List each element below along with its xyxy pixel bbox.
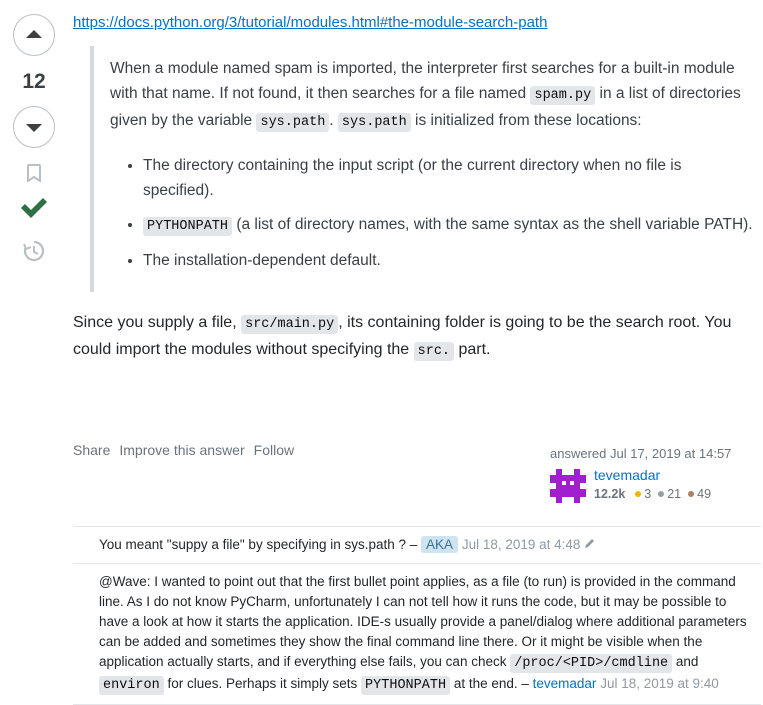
user-signature: answered Jul 17, 2019 at 14:57 tevemadar… — [550, 446, 762, 503]
edit-pencil-icon — [585, 539, 595, 548]
answer-body: https://docs.python.org/3/tutorial/modul… — [73, 14, 753, 364]
comment-text: You meant "suppy a file" by specifying i… — [99, 537, 418, 552]
user-avatar[interactable] — [550, 467, 586, 503]
downvote-button[interactable] — [13, 106, 55, 148]
user-card: tevemadar 12.2k 3 21 49 — [550, 467, 762, 503]
reputation-score: 12.2k — [594, 487, 626, 501]
docs-link-line: https://docs.python.org/3/tutorial/modul… — [73, 14, 753, 32]
list-item: The directory containing the input scrip… — [143, 153, 753, 203]
code-pythonpath: PYTHONPATH — [361, 676, 451, 695]
comments-list: You meant "suppy a file" by specifying i… — [73, 526, 761, 705]
bookmark-icon — [27, 164, 41, 182]
post-menu: Share Improve this answer Follow — [73, 442, 294, 458]
comment-date[interactable]: Jul 18, 2019 at 4:48 — [462, 537, 581, 552]
improve-answer-link[interactable]: Improve this answer — [119, 442, 244, 458]
upvote-arrow-icon — [26, 30, 42, 38]
bookmark-button[interactable] — [21, 160, 47, 186]
comment-text: at the end. – — [450, 676, 529, 691]
code-spam-py: spam.py — [530, 86, 596, 105]
upvote-button[interactable] — [13, 14, 55, 56]
quoted-docs: When a module named spam is imported, th… — [90, 46, 753, 292]
para-text-3: part. — [454, 341, 491, 358]
quote-text-4: is initialized from these locations: — [410, 112, 642, 129]
docs-link[interactable]: https://docs.python.org/3/tutorial/modul… — [73, 14, 547, 31]
list-item: The installation-dependent default. — [143, 248, 753, 273]
code-src: src. — [413, 342, 455, 361]
gold-badge-dot — [635, 491, 642, 497]
code-environ: environ — [99, 676, 164, 695]
user-name-link[interactable]: tevemadar — [594, 467, 711, 483]
comment-text: for clues. Perhaps it simply sets — [163, 676, 362, 691]
code-pythonpath: PYTHONPATH — [143, 217, 233, 236]
bronze-badge-count: 49 — [697, 487, 712, 501]
answered-timestamp: answered Jul 17, 2019 at 14:57 — [550, 446, 732, 461]
list-item: PYTHONPATH (a list of directory names, w… — [143, 212, 753, 239]
share-link[interactable]: Share — [73, 442, 110, 458]
code-sys-path-2: sys.path — [337, 113, 411, 132]
vote-cell: 12 — [12, 14, 56, 264]
quote-paragraph: When a module named spam is imported, th… — [110, 56, 753, 135]
silver-badge-count: 21 — [667, 487, 682, 501]
accepted-answer-indicator — [18, 192, 50, 224]
accepted-check-icon — [21, 198, 47, 218]
user-reputation-row: 12.2k 3 21 49 — [594, 487, 711, 501]
timeline-button[interactable] — [21, 238, 47, 264]
history-icon — [23, 240, 45, 262]
comment-user-link[interactable]: tevemadar — [533, 676, 597, 691]
list-item-text: (a list of directory names, with the sam… — [232, 216, 753, 233]
search-path-list: The directory containing the input scrip… — [110, 153, 753, 273]
follow-link[interactable]: Follow — [254, 442, 294, 458]
code-proc-cmdline: /proc/<PID>/cmdline — [510, 654, 673, 673]
comment: You meant "suppy a file" by specifying i… — [73, 527, 761, 564]
bronze-badge-dot — [688, 491, 695, 497]
user-details: tevemadar 12.2k 3 21 49 — [594, 467, 711, 503]
code-sys-path: sys.path — [256, 113, 330, 132]
comment-date[interactable]: Jul 18, 2019 at 9:40 — [600, 676, 719, 691]
comment-user-link[interactable]: AKA — [421, 536, 459, 553]
quote-text-3: . — [329, 112, 338, 129]
para-text-1: Since you supply a file, — [73, 314, 242, 331]
comment-text: and — [672, 654, 699, 669]
code-src-main: src/main.py — [241, 315, 339, 334]
comment: @Wave: I wanted to point out that the fi… — [73, 564, 761, 705]
silver-badge-dot — [658, 491, 665, 497]
gold-badge-count: 3 — [644, 487, 652, 501]
answer-paragraph: Since you supply a file, src/main.py, it… — [73, 310, 753, 364]
vote-count: 12 — [22, 70, 46, 93]
downvote-arrow-icon — [26, 124, 42, 132]
